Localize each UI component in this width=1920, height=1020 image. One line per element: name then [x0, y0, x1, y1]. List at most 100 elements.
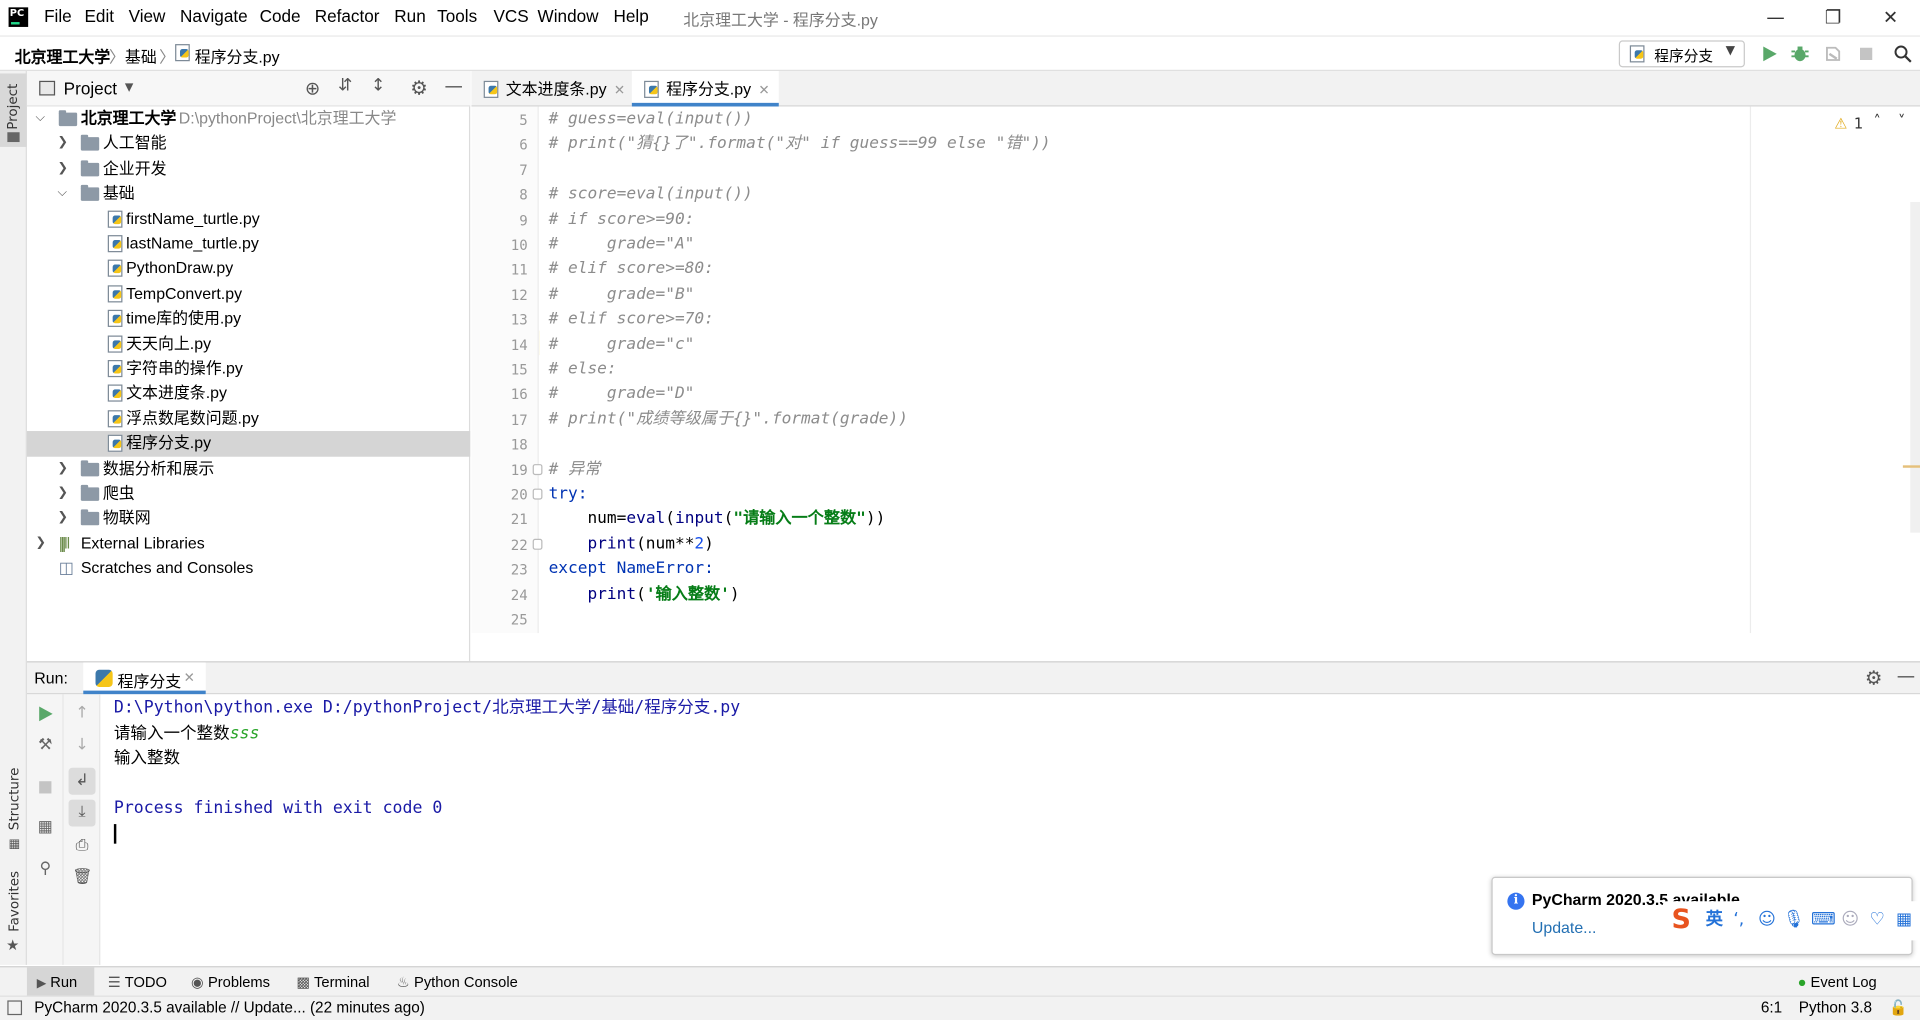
skin-icon[interactable]: ♡ — [1866, 909, 1888, 931]
arrow-up-icon[interactable]: ↑ — [72, 704, 92, 724]
tree-row[interactable]: 文本进度条.py — [27, 381, 470, 406]
tree-row[interactable]: PythonDraw.py — [27, 256, 470, 281]
favorites-tool-tab[interactable]: Favorites ★ — [0, 871, 27, 959]
gear-icon[interactable]: ⚙ — [1865, 666, 1883, 689]
menu-tools[interactable]: Tools — [437, 6, 477, 26]
tree-row[interactable]: time库的使用.py — [27, 306, 470, 331]
hide-panel-icon[interactable]: — — [1897, 665, 1915, 687]
previous-highlight-icon[interactable]: ˄ — [1873, 113, 1880, 130]
structure-tool-tab[interactable]: Structure ▦ — [0, 768, 27, 855]
search-icon[interactable] — [1893, 44, 1913, 64]
event-log-tool-tab[interactable]: ● Event Log — [1798, 971, 1877, 993]
tree-row[interactable]: ◫ Scratches and Consoles — [27, 556, 470, 581]
locate-icon[interactable]: ⊕ — [305, 77, 320, 99]
microphone-icon[interactable]: 🎙 — [1783, 909, 1805, 931]
expand-all-icon[interactable]: ⇵ — [338, 76, 352, 96]
chevron-down-icon[interactable]: ⌵ — [58, 181, 67, 205]
sogou-logo-icon[interactable]: S — [1665, 906, 1697, 935]
close-tab-icon[interactable]: ✕ — [184, 670, 195, 686]
breadcrumb-folder[interactable]: 基础 — [125, 44, 157, 67]
fold-marker-icon[interactable] — [532, 538, 543, 550]
caret-position[interactable]: 6:1 — [1761, 997, 1782, 1020]
soft-wrap-icon[interactable]: ↲ — [68, 767, 96, 795]
python-console-tool-tab[interactable]: ♨ Python Console — [397, 971, 518, 993]
toggle-tool-windows-icon[interactable] — [7, 1000, 23, 1016]
keyboard-icon[interactable]: ⌨ — [1811, 909, 1836, 931]
project-view-selector[interactable]: Project — [64, 78, 117, 98]
terminal-tool-tab[interactable]: ▩ Terminal — [296, 971, 369, 993]
status-message[interactable]: PyCharm 2020.3.5 available // Update... … — [34, 997, 425, 1020]
tree-row[interactable]: ❯ 人工智能 — [27, 131, 470, 156]
run-tab[interactable]: 程序分支 ✕ — [83, 662, 206, 695]
arrow-down-icon[interactable]: ↓ — [72, 736, 92, 756]
code-editor[interactable]: # guess=eval(input()) # print("猜{}了".form… — [532, 106, 1750, 634]
tree-row[interactable]: ❯ 企业开发 — [27, 156, 470, 181]
collapse-all-icon[interactable]: ↕ — [371, 76, 385, 96]
breadcrumb-file[interactable]: 程序分支.py — [195, 44, 280, 67]
stop-icon[interactable] — [1856, 44, 1876, 64]
user-icon[interactable]: ☺ — [1839, 909, 1861, 931]
toolbox-icon[interactable]: ▦ — [1893, 909, 1915, 931]
chevron-right-icon[interactable]: ❯ — [58, 156, 68, 180]
problems-tool-tab[interactable]: ◉ Problems — [191, 971, 270, 993]
tree-row[interactable]: ⌵ 基础 — [27, 181, 470, 206]
project-tool-tab[interactable]: Project — [0, 73, 27, 147]
menu-code[interactable]: Code — [260, 6, 301, 26]
chevron-down-icon[interactable]: ▼ — [125, 82, 133, 94]
layout-icon[interactable]: ▦ — [36, 818, 56, 838]
menu-refactor[interactable]: Refactor — [315, 6, 380, 26]
menu-view[interactable]: View — [129, 6, 166, 26]
chevron-right-icon[interactable]: ❯ — [58, 131, 68, 155]
chevron-right-icon[interactable]: ❯ — [58, 481, 68, 505]
menu-help[interactable]: Help — [613, 6, 648, 26]
warning-icon[interactable]: ⚠ — [1834, 115, 1847, 132]
tree-row[interactable]: ❯ 爬虫 — [27, 481, 470, 506]
tab-progress-bar-file[interactable]: 文本进度条.py ✕ — [471, 71, 631, 107]
minimize-button[interactable]: — — [1763, 5, 1787, 29]
tree-row[interactable]: ⌵ 北京理工大学 D:\pythonProject\北京理工大学 — [27, 107, 470, 132]
pin-icon[interactable]: ⚲ — [36, 860, 56, 880]
close-window-button[interactable]: ✕ — [1878, 5, 1902, 29]
ime-language[interactable]: 英 — [1703, 909, 1725, 931]
wrench-icon[interactable]: ⚒ — [36, 736, 56, 756]
fold-marker-icon[interactable] — [532, 463, 543, 475]
lock-icon[interactable]: 🔓 — [1889, 997, 1907, 1020]
punctuation-icon[interactable]: ‘, — [1728, 909, 1750, 931]
stop-icon[interactable] — [36, 778, 56, 798]
editor-scrollbar[interactable] — [1910, 202, 1920, 533]
menu-file[interactable]: File — [44, 6, 72, 26]
chevron-right-icon[interactable]: ❯ — [36, 531, 46, 555]
chevron-right-icon[interactable]: ❯ — [58, 506, 68, 530]
tab-branch-file[interactable]: 程序分支.py ✕ — [631, 71, 779, 107]
debug-icon[interactable] — [1790, 44, 1810, 64]
run-tool-tab[interactable]: ▶ Run — [37, 971, 77, 993]
tree-row[interactable]: 天天向上.py — [27, 331, 470, 356]
next-highlight-icon[interactable]: ˅ — [1898, 113, 1905, 130]
tree-row[interactable]: 浮点数尾数问题.py — [27, 406, 470, 431]
rerun-icon[interactable] — [36, 704, 56, 724]
tree-row[interactable]: 字符串的操作.py — [27, 356, 470, 381]
tree-row[interactable]: TempConvert.py — [27, 281, 470, 306]
breadcrumb-project[interactable]: 北京理工大学 — [15, 44, 111, 67]
tree-row[interactable]: ❯ 数据分析和展示 — [27, 456, 470, 481]
close-tab-icon[interactable]: ✕ — [614, 83, 625, 98]
update-link[interactable]: Update... — [1532, 918, 1597, 936]
restore-button[interactable]: ❐ — [1821, 5, 1845, 29]
tree-row[interactable]: ❯ |||‖ External Libraries — [27, 531, 470, 556]
menu-run[interactable]: Run — [394, 6, 425, 26]
scroll-to-end-icon[interactable]: ⤓ — [68, 799, 96, 827]
menu-navigate[interactable]: Navigate — [180, 6, 248, 26]
menu-window[interactable]: Window — [538, 6, 599, 26]
print-icon[interactable]: ⎙ — [72, 836, 92, 856]
close-tab-icon[interactable]: ✕ — [758, 83, 769, 98]
tree-row[interactable]: ❯ 物联网 — [27, 506, 470, 531]
tree-row[interactable]: 程序分支.py — [26, 431, 471, 457]
chevron-down-icon[interactable]: ⌵ — [36, 107, 45, 131]
run-icon[interactable] — [1760, 44, 1780, 64]
gear-icon[interactable]: ⚙ — [410, 76, 428, 99]
tree-row[interactable]: firstName_turtle.py — [27, 206, 470, 231]
tree-row[interactable]: lastName_turtle.py — [27, 231, 470, 256]
coverage-icon[interactable] — [1823, 44, 1843, 64]
trash-icon[interactable]: 🗑 — [72, 868, 92, 888]
menu-vcs[interactable]: VCS — [493, 6, 528, 26]
